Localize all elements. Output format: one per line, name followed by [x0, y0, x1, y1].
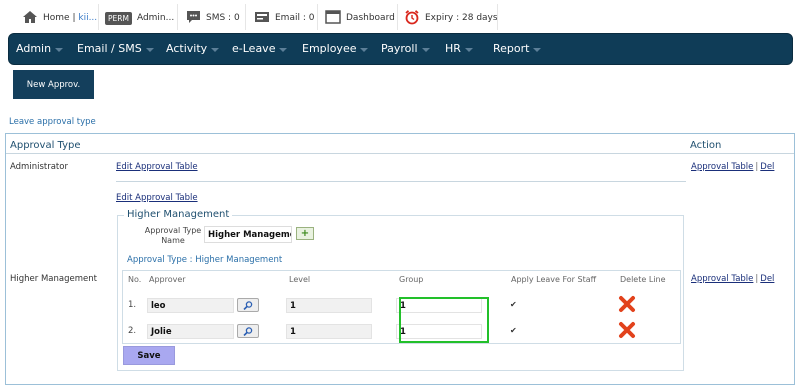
column-header-approval-type: Approval Type	[10, 140, 81, 151]
approval-type-table: Approval Type Action Administrator Edit …	[5, 133, 795, 385]
perm-badge: PERM	[105, 11, 132, 25]
chat-bubble-icon	[186, 10, 201, 27]
nav-label: HR	[445, 42, 461, 55]
editor-subtitle: Approval Type : Higher Management	[127, 255, 283, 265]
editor-title: Higher Management	[124, 209, 233, 220]
approval-type-name-input[interactable]: Higher Managemen	[204, 226, 292, 243]
nav-item-admin[interactable]: Admin	[16, 42, 64, 55]
chevron-down-icon	[279, 47, 288, 52]
nav-label: Employee	[302, 42, 357, 55]
apply-leave-checkbox[interactable]: ✔	[510, 300, 517, 309]
line-number: 2.	[128, 326, 137, 336]
level-field[interactable]: 1	[286, 324, 372, 339]
column-header-action: Action	[690, 140, 722, 151]
chevron-down-icon	[145, 47, 154, 52]
chevron-down-icon	[464, 47, 473, 52]
search-icon[interactable]	[237, 298, 259, 312]
dashboard-label: Dashboard	[346, 13, 395, 23]
save-button[interactable]: Save	[123, 346, 175, 365]
row-type-higher-management: Higher Management	[10, 274, 97, 284]
label-line: Name	[161, 236, 185, 245]
approval-type-name-label: Approval Type Name	[138, 226, 208, 246]
nav-label: Payroll	[381, 42, 418, 55]
edit-approval-table-link[interactable]: Edit Approval Table	[116, 193, 198, 203]
col-group: Group	[399, 275, 424, 284]
approval-table-link[interactable]: Approval Table	[691, 274, 753, 284]
col-approver: Approver	[149, 275, 186, 284]
expiry-indicator: Expiry : 28 days	[404, 7, 498, 29]
nav-item-employee[interactable]: Employee	[302, 42, 369, 55]
col-apply-leave: Apply Leave For Staff	[511, 275, 597, 284]
approver-field[interactable]: Jolie	[147, 324, 234, 339]
col-no: No.	[128, 275, 142, 284]
delete-link[interactable]: Del	[760, 274, 774, 284]
email-label: Email : 0	[275, 13, 315, 23]
level-field[interactable]: 1	[286, 298, 372, 313]
col-level: Level	[289, 275, 311, 284]
nav-label: Email / SMS	[77, 42, 142, 55]
new-approval-button[interactable]: New Approv.	[13, 70, 94, 99]
chevron-down-icon	[421, 47, 430, 52]
sms-indicator[interactable]: SMS : 0	[186, 7, 240, 29]
alarm-clock-icon	[404, 9, 420, 28]
nav-item-email-sms[interactable]: Email / SMS	[77, 42, 154, 55]
row-type-administrator: Administrator	[10, 162, 68, 172]
separator: |	[755, 162, 759, 172]
delete-link[interactable]: Del	[760, 162, 774, 172]
dashboard-link[interactable]: Dashboard	[325, 7, 395, 29]
nav-label: Activity	[166, 42, 208, 55]
expiry-label: Expiry : 28 days	[425, 13, 498, 23]
delete-x-icon[interactable]	[618, 321, 636, 342]
sms-label: SMS : 0	[206, 13, 240, 23]
edit-approval-table-link[interactable]: Edit Approval Table	[116, 162, 198, 172]
chevron-down-icon	[55, 47, 64, 52]
approval-table-link[interactable]: Approval Table	[691, 162, 753, 172]
nav-item-e-leave[interactable]: e-Leave	[232, 42, 288, 55]
top-bar: Home | kii... PERM Admin... SMS : 0 Emai…	[0, 0, 800, 34]
apply-leave-checkbox[interactable]: ✔	[510, 326, 517, 335]
group-highlight-box	[399, 297, 489, 343]
window-icon	[325, 9, 341, 27]
nav-label: Report	[493, 42, 530, 55]
label-line: Approval Type	[144, 226, 202, 235]
nav-item-hr[interactable]: HR	[445, 42, 473, 55]
nav-item-payroll[interactable]: Payroll	[381, 42, 430, 55]
email-icon	[254, 11, 270, 26]
nav-item-activity[interactable]: Activity	[166, 42, 220, 55]
home-user[interactable]: kii...	[78, 13, 97, 23]
admin-menu[interactable]: PERM Admin...	[105, 7, 174, 29]
delete-x-icon[interactable]	[618, 295, 636, 316]
line-number: 1.	[128, 300, 137, 310]
home-label: Home |	[43, 13, 76, 23]
main-nav: Admin Email / SMS Activity e-Leave Emplo…	[8, 33, 793, 65]
nav-label: e-Leave	[232, 42, 276, 55]
chevron-down-icon	[360, 47, 369, 52]
email-indicator[interactable]: Email : 0	[254, 7, 314, 29]
breadcrumb: Leave approval type	[9, 117, 96, 127]
chevron-down-icon	[533, 47, 542, 52]
nav-item-report[interactable]: Report	[493, 42, 542, 55]
add-icon[interactable]: +	[296, 227, 314, 240]
separator: |	[755, 274, 759, 284]
home-icon	[22, 10, 38, 27]
search-icon[interactable]	[237, 324, 259, 338]
home-link[interactable]: Home | kii...	[22, 7, 97, 29]
approver-table: No. Approver Level Group Apply Leave For…	[122, 270, 681, 344]
col-delete-line: Delete Line	[620, 275, 666, 284]
approval-editor: Higher Management Approval Type Name Hig…	[117, 209, 684, 371]
admin-label: Admin...	[136, 13, 175, 23]
approver-field[interactable]: leo	[147, 298, 234, 313]
chevron-down-icon	[211, 47, 220, 52]
nav-label: Admin	[16, 42, 52, 55]
